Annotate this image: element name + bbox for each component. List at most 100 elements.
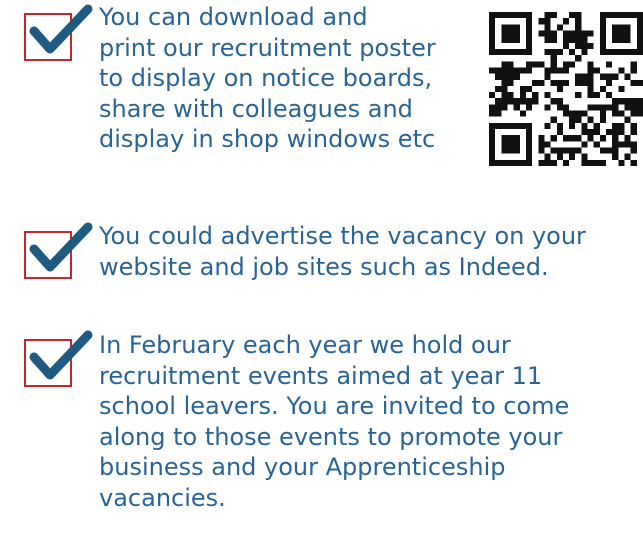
qr-module bbox=[606, 129, 613, 136]
qr-module bbox=[489, 153, 496, 160]
qr-module bbox=[587, 61, 594, 68]
qr-module bbox=[593, 104, 600, 111]
qr-module bbox=[501, 98, 508, 105]
qr-module bbox=[562, 135, 570, 142]
qr-module bbox=[612, 12, 619, 19]
qr-module bbox=[599, 36, 607, 43]
qr-module bbox=[575, 92, 582, 99]
qr-module bbox=[636, 24, 643, 31]
qr-module bbox=[489, 141, 496, 148]
qr-module bbox=[562, 61, 570, 68]
qr-module bbox=[495, 159, 502, 166]
qr-module bbox=[581, 110, 588, 117]
qr-module bbox=[513, 30, 520, 37]
qr-module bbox=[618, 12, 625, 19]
qr-module bbox=[569, 116, 576, 123]
qr-module bbox=[575, 79, 582, 86]
qr-module bbox=[507, 135, 514, 142]
qr-module bbox=[525, 153, 533, 160]
qr-module bbox=[636, 79, 643, 86]
qr-module bbox=[550, 147, 557, 154]
qr-module bbox=[612, 98, 619, 105]
qr-module bbox=[550, 48, 557, 56]
qr-module bbox=[618, 141, 625, 148]
qr-module bbox=[624, 73, 631, 80]
qr-module bbox=[519, 92, 526, 99]
item-2-line-2: website and job sites such as Indeed. bbox=[99, 252, 549, 281]
qr-module bbox=[532, 61, 539, 68]
qr-module bbox=[489, 110, 496, 117]
qr-module bbox=[550, 12, 557, 19]
qr-module bbox=[501, 12, 508, 19]
qr-module bbox=[489, 92, 496, 99]
qr-module bbox=[556, 98, 563, 105]
qr-module bbox=[636, 98, 643, 105]
qr-module bbox=[569, 153, 576, 160]
qr-module bbox=[575, 135, 582, 142]
qr-module bbox=[507, 79, 514, 86]
qr-module bbox=[544, 159, 551, 166]
qr-module bbox=[489, 135, 496, 142]
qr-module bbox=[612, 104, 619, 111]
qr-module bbox=[599, 18, 607, 25]
qr-module bbox=[525, 61, 533, 68]
qr-module bbox=[550, 79, 557, 86]
qr-module bbox=[525, 104, 533, 111]
item-2-text: You could advertise the vacancy on your … bbox=[99, 221, 586, 282]
qr-module bbox=[624, 30, 631, 37]
qr-module bbox=[550, 61, 557, 68]
qr-module bbox=[612, 122, 619, 130]
qr-module bbox=[630, 48, 637, 56]
qr-module bbox=[630, 79, 637, 86]
qr-module bbox=[587, 116, 594, 123]
qr-module bbox=[495, 67, 502, 74]
qr-module bbox=[581, 159, 588, 166]
qr-module bbox=[575, 116, 582, 123]
qr-module bbox=[507, 147, 514, 154]
qr-module bbox=[556, 122, 563, 130]
qr-module bbox=[538, 159, 545, 166]
qr-module bbox=[495, 110, 502, 117]
qr-module bbox=[525, 85, 533, 93]
item-1-line-3: to display on notice boards, bbox=[99, 64, 433, 92]
qr-module bbox=[501, 48, 508, 56]
qr-module bbox=[507, 36, 514, 43]
qr-module bbox=[599, 42, 607, 49]
qr-module bbox=[507, 122, 514, 130]
qr-module bbox=[519, 122, 526, 130]
qr-module bbox=[562, 36, 570, 43]
qr-module bbox=[624, 98, 631, 105]
qr-module bbox=[581, 153, 588, 160]
qr-module bbox=[624, 104, 631, 111]
qr-module bbox=[575, 73, 582, 80]
qr-module bbox=[501, 61, 508, 68]
qr-module bbox=[507, 98, 514, 105]
qr-module bbox=[507, 92, 514, 99]
qr-module bbox=[587, 104, 594, 111]
qr-module bbox=[544, 12, 551, 19]
qr-module bbox=[525, 24, 533, 31]
qr-module bbox=[544, 73, 551, 80]
qr-module bbox=[501, 36, 508, 43]
qr-module bbox=[618, 159, 625, 166]
qr-module bbox=[569, 110, 576, 117]
qr-module bbox=[636, 30, 643, 37]
qr-module bbox=[513, 159, 520, 166]
checkbox-checked-icon bbox=[24, 222, 93, 279]
qr-module bbox=[489, 18, 496, 25]
qr-module bbox=[525, 48, 533, 56]
qr-module bbox=[630, 122, 637, 130]
qr-module bbox=[525, 12, 533, 19]
qr-module bbox=[501, 92, 508, 99]
qr-module bbox=[513, 98, 520, 105]
qr-module bbox=[575, 147, 582, 154]
qr-module bbox=[587, 129, 594, 136]
item-3-line-3: school leavers. You are invited to come bbox=[99, 392, 570, 420]
qr-module bbox=[562, 67, 570, 74]
qr-module bbox=[599, 147, 607, 154]
qr-module bbox=[495, 12, 502, 19]
qr-module bbox=[550, 55, 557, 62]
qr-module bbox=[599, 73, 607, 80]
qr-module bbox=[550, 159, 557, 166]
qr-module bbox=[556, 147, 563, 154]
